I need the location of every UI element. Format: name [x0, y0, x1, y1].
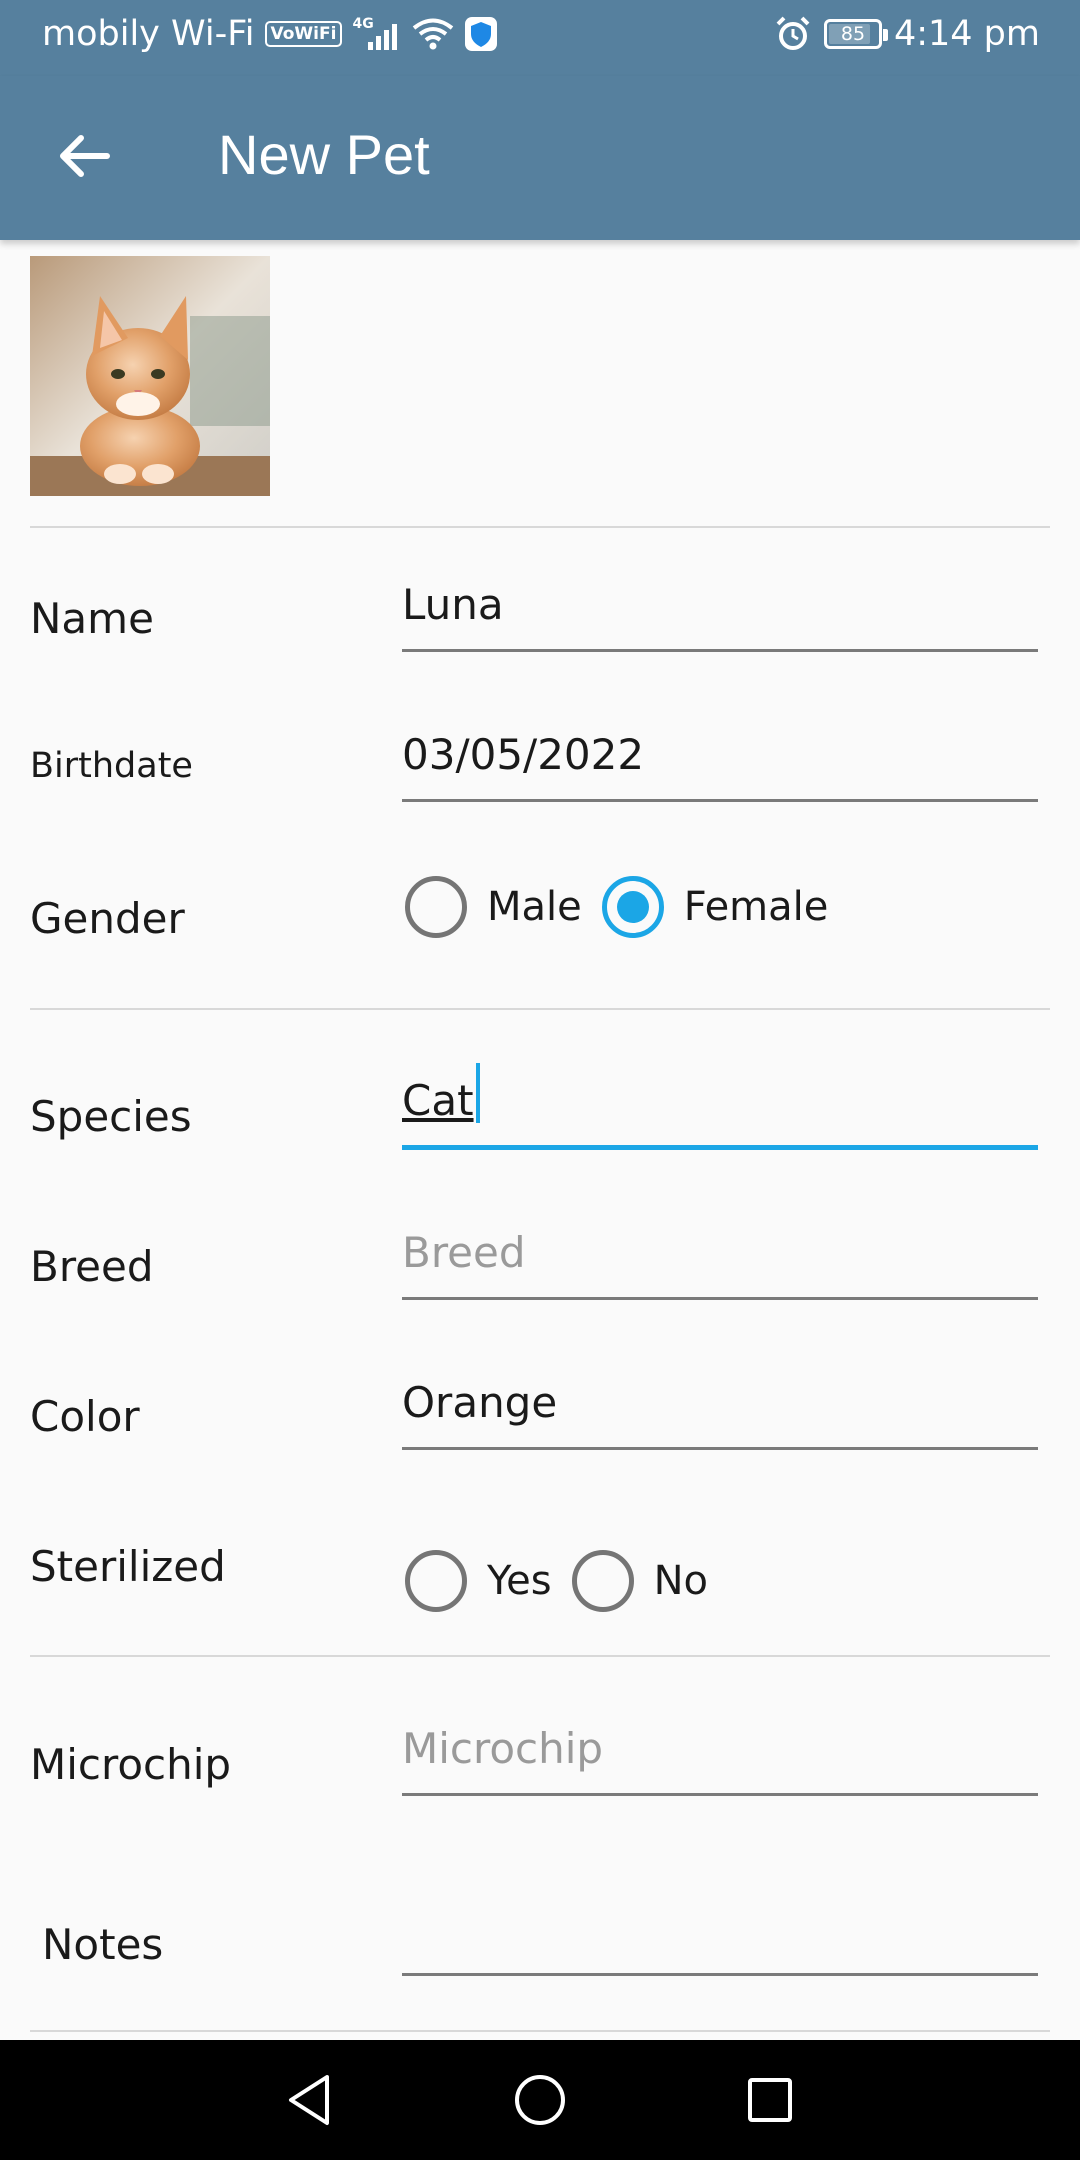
divider: [30, 1655, 1050, 1657]
microchip-input[interactable]: Microchip: [402, 1696, 1038, 1796]
color-label: Color: [30, 1392, 140, 1441]
clock: 4:14 pm: [893, 14, 1040, 54]
navigation-bar: [0, 2040, 1080, 2160]
circle-home-icon: [515, 2075, 565, 2125]
alarm-icon: [776, 16, 810, 50]
breed-label: Breed: [30, 1242, 154, 1291]
triangle-back-icon: [289, 2075, 329, 2125]
status-bar: mobily Wi-Fi VoWiFi 4G 85 4:14 pm: [0, 0, 1080, 76]
breed-placeholder: Breed: [402, 1228, 526, 1277]
signal-icon: 4G: [352, 16, 402, 52]
sterilized-no-label: No: [653, 1558, 708, 1604]
wifi-icon: [413, 18, 454, 50]
sterilized-radio-group: Yes No: [405, 1550, 728, 1612]
radio-unchecked-icon: [405, 1550, 467, 1612]
status-right: 85 4:14 pm: [774, 14, 1040, 54]
birthdate-value: 03/05/2022: [402, 730, 645, 779]
gender-female-radio[interactable]: Female: [601, 876, 829, 938]
cat-photo-icon: [30, 256, 270, 496]
nav-recents-button[interactable]: [740, 2070, 800, 2130]
vowifi-icon: VoWiFi: [264, 21, 343, 47]
breed-input[interactable]: Breed: [402, 1200, 1038, 1300]
name-input[interactable]: Luna: [402, 552, 1038, 652]
color-value: Orange: [402, 1378, 558, 1427]
gender-male-radio[interactable]: Male: [405, 876, 582, 938]
divider: [30, 526, 1050, 528]
sterilized-no-radio[interactable]: No: [571, 1550, 708, 1612]
notes-label: Notes: [42, 1920, 164, 1969]
radio-unchecked-icon: [405, 876, 467, 938]
battery-icon: 85: [823, 19, 888, 49]
color-input[interactable]: Orange: [402, 1350, 1038, 1450]
arrow-back-icon: [60, 135, 110, 177]
pet-photo[interactable]: [30, 256, 270, 496]
microchip-label: Microchip: [30, 1740, 232, 1789]
species-label: Species: [30, 1092, 192, 1141]
text-cursor: [475, 1063, 480, 1123]
sterilized-yes-label: Yes: [487, 1558, 552, 1604]
app-bar: New Pet: [0, 76, 1080, 240]
gender-radio-group: Male Female: [405, 876, 848, 938]
sterilized-yes-radio[interactable]: Yes: [405, 1550, 552, 1612]
nav-back-button[interactable]: [280, 2070, 340, 2130]
species-value-wrap: Cat: [402, 1063, 480, 1125]
gender-female-label: Female: [683, 884, 829, 930]
species-value: Cat: [402, 1076, 474, 1125]
gender-label: Gender: [30, 894, 185, 943]
nav-home-button[interactable]: [510, 2070, 570, 2130]
name-value: Luna: [402, 580, 504, 629]
battery-level: 85: [840, 23, 866, 45]
carrier-label: mobily Wi-Fi: [42, 14, 255, 54]
name-label: Name: [30, 594, 154, 643]
radio-checked-icon: [601, 876, 664, 938]
shield-icon: [465, 17, 498, 51]
birthdate-input[interactable]: 03/05/2022: [402, 702, 1038, 802]
notes-input[interactable]: [402, 1876, 1038, 1976]
square-recents-icon: [748, 2078, 792, 2122]
divider: [30, 1008, 1050, 1010]
page-title: New Pet: [218, 123, 430, 186]
species-input[interactable]: Cat: [402, 1050, 1038, 1150]
birthdate-label: Birthdate: [30, 746, 193, 786]
microchip-placeholder: Microchip: [402, 1724, 604, 1773]
sterilized-label: Sterilized: [30, 1542, 226, 1591]
gender-male-label: Male: [487, 884, 582, 930]
divider: [30, 2030, 1050, 2032]
status-left: mobily Wi-Fi VoWiFi 4G: [42, 14, 498, 54]
radio-unchecked-icon: [571, 1550, 634, 1612]
back-button[interactable]: [40, 112, 128, 200]
